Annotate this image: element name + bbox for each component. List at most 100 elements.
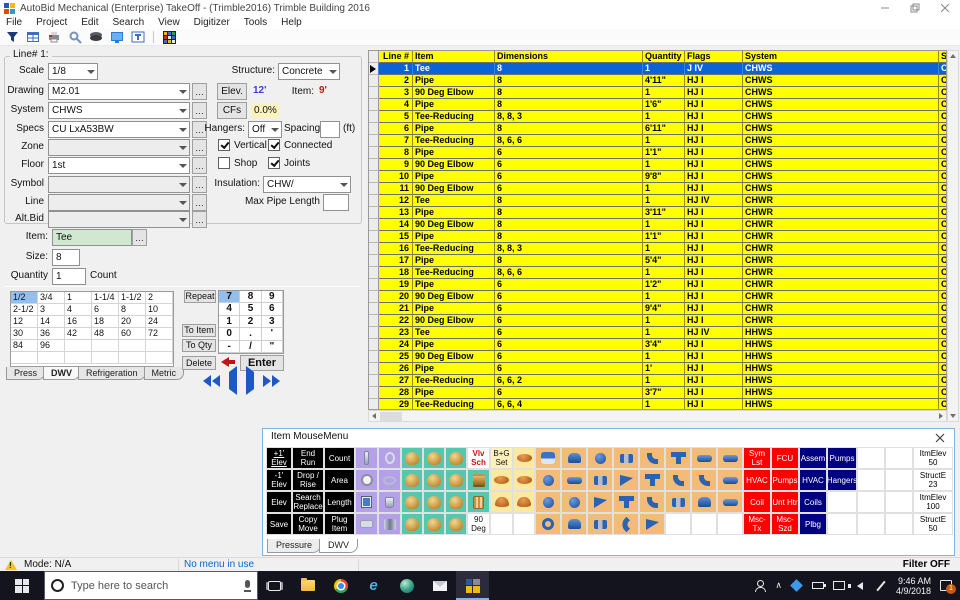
mousemenu-cell-empty[interactable] <box>490 513 513 535</box>
spreadsheet-icon[interactable] <box>161 30 177 44</box>
table-cell[interactable]: HJ I <box>685 207 743 219</box>
table-cell[interactable]: 8 <box>379 147 413 159</box>
mousemenu-cell-save[interactable]: Save <box>266 513 292 535</box>
restore-button[interactable] <box>900 0 930 16</box>
column-header[interactable]: Flags <box>685 51 743 63</box>
table-cell[interactable]: CHWR <box>743 303 939 315</box>
bunion-icon[interactable] <box>587 469 613 491</box>
size-cell[interactable]: 18 <box>92 316 119 328</box>
size-cell[interactable]: 1-1/2 <box>119 292 146 304</box>
floor-browse-button[interactable]: … <box>192 157 207 174</box>
prev-record-button[interactable] <box>229 372 237 390</box>
row-selector[interactable] <box>369 375 379 387</box>
cage-icon[interactable] <box>467 491 490 513</box>
size-tab-metric[interactable]: Metric <box>144 367 185 380</box>
disc-icon[interactable] <box>490 469 513 491</box>
table-cell[interactable]: C <box>939 291 947 303</box>
valve-icon[interactable] <box>401 513 423 535</box>
table-row[interactable]: 21Pipe69'4"HJ ICHWRC <box>369 303 946 315</box>
table-cell[interactable]: 6 <box>495 303 643 315</box>
table-cell[interactable]: 6 <box>379 123 413 135</box>
people-icon[interactable] <box>754 580 766 592</box>
cup-icon[interactable] <box>378 491 401 513</box>
table-cell[interactable]: C <box>939 123 947 135</box>
row-selector[interactable] <box>369 279 379 291</box>
table-cell[interactable]: C <box>939 171 947 183</box>
table-cell[interactable]: Pipe <box>413 75 495 87</box>
table-cell[interactable]: 24 <box>379 339 413 351</box>
belbow-icon[interactable] <box>665 469 691 491</box>
table-cell[interactable]: 1 <box>379 63 413 75</box>
table-cell[interactable]: 1 <box>643 183 685 195</box>
table-cell[interactable]: 90 Deg Elbow <box>413 87 495 99</box>
hscroll-thumb[interactable] <box>380 412 402 421</box>
table-cell[interactable]: Tee-Reducing <box>413 267 495 279</box>
size-cell[interactable]: 36 <box>38 328 65 340</box>
table-cell[interactable]: 4'11" <box>643 75 685 87</box>
table-cell[interactable]: C <box>939 387 947 399</box>
table-cell[interactable]: CHWS <box>743 135 939 147</box>
vertical-checkbox[interactable] <box>218 139 230 151</box>
numpad-key[interactable]: " <box>262 341 283 353</box>
table-cell[interactable]: Tee-Reducing <box>413 399 495 410</box>
table-cell[interactable]: 1 <box>643 399 685 410</box>
table-cell[interactable]: Tee-Reducing <box>413 111 495 123</box>
table-row[interactable]: 2Pipe84'11"HJ ICHWSC <box>369 75 946 87</box>
task-view-button[interactable] <box>258 571 291 600</box>
column-header[interactable]: Line # <box>379 51 413 63</box>
table-cell[interactable]: HJ I <box>685 339 743 351</box>
size-cell[interactable]: 1-1/4 <box>92 292 119 304</box>
row-selector[interactable] <box>369 171 379 183</box>
table-cell[interactable]: Pipe <box>413 99 495 111</box>
row-selector[interactable] <box>369 231 379 243</box>
size-cell[interactable]: 84 <box>11 340 38 352</box>
size-cell[interactable]: 1/2 <box>11 292 38 304</box>
valve-icon[interactable] <box>445 469 467 491</box>
mousemenu-cell-empty[interactable] <box>885 513 913 535</box>
table-cell[interactable]: C <box>939 375 947 387</box>
row-selector[interactable] <box>369 207 379 219</box>
taskbar-clock[interactable]: 9:46 AM 4/9/2018 <box>896 576 931 596</box>
valve-icon[interactable] <box>445 447 467 469</box>
table-cell[interactable]: Tee <box>413 63 495 75</box>
table-cell[interactable]: C <box>939 63 947 75</box>
browser-sphere-button[interactable] <box>390 571 423 600</box>
table-cell[interactable]: 6 <box>495 279 643 291</box>
table-row[interactable]: 1190 Deg Elbow61HJ ICHWSC <box>369 183 946 195</box>
gauge-icon[interactable] <box>355 469 378 491</box>
table-cell[interactable]: HJ IV <box>685 195 743 207</box>
column-header[interactable]: S <box>939 51 947 63</box>
row-selector[interactable] <box>369 387 379 399</box>
table-cell[interactable]: C <box>939 231 947 243</box>
hat-icon[interactable] <box>490 491 513 513</box>
mousemenu-cell-search-replace[interactable]: SearchReplace <box>292 491 324 513</box>
mousemenu-cell-empty[interactable] <box>857 469 885 491</box>
table-cell[interactable]: Pipe <box>413 363 495 375</box>
table-cell[interactable]: C <box>939 99 947 111</box>
window-toggle-icon[interactable] <box>130 30 146 44</box>
table-cell[interactable]: CHWS <box>743 75 939 87</box>
valve-icon[interactable] <box>401 469 423 491</box>
table-cell[interactable]: 6, 6, 4 <box>495 399 643 410</box>
size-tab-refrigeration[interactable]: Refrigeration <box>78 367 146 380</box>
table-cell[interactable]: HJ I <box>685 303 743 315</box>
table-cell[interactable]: HJ I <box>685 135 743 147</box>
table-row[interactable]: 4Pipe81'6"HJ ICHWSC <box>369 99 946 111</box>
disc-icon[interactable] <box>513 447 535 469</box>
row-selector[interactable] <box>369 291 379 303</box>
max-pipe-input[interactable] <box>323 194 349 211</box>
table-cell[interactable]: 2 <box>379 75 413 87</box>
mousemenu-cell-vlv-sch[interactable]: Vlv Sch <box>467 447 490 469</box>
chrome-button[interactable] <box>324 571 357 600</box>
size-cell[interactable]: 4 <box>65 304 92 316</box>
specs-combo[interactable]: CU LxA53BW <box>48 121 190 138</box>
size-cell[interactable]: 48 <box>92 328 119 340</box>
numpad-key[interactable]: . <box>240 328 261 340</box>
valve-icon[interactable] <box>401 447 423 469</box>
mousemenu-cell-hangers[interactable]: Hangers <box>827 469 857 491</box>
table-cell[interactable]: 28 <box>379 387 413 399</box>
table-cell[interactable]: CHWR <box>743 231 939 243</box>
size-cell[interactable]: 2 <box>146 292 173 304</box>
size-cell[interactable]: 72 <box>146 328 173 340</box>
table-row[interactable]: 8Pipe61'1"HJ ICHWSC <box>369 147 946 159</box>
